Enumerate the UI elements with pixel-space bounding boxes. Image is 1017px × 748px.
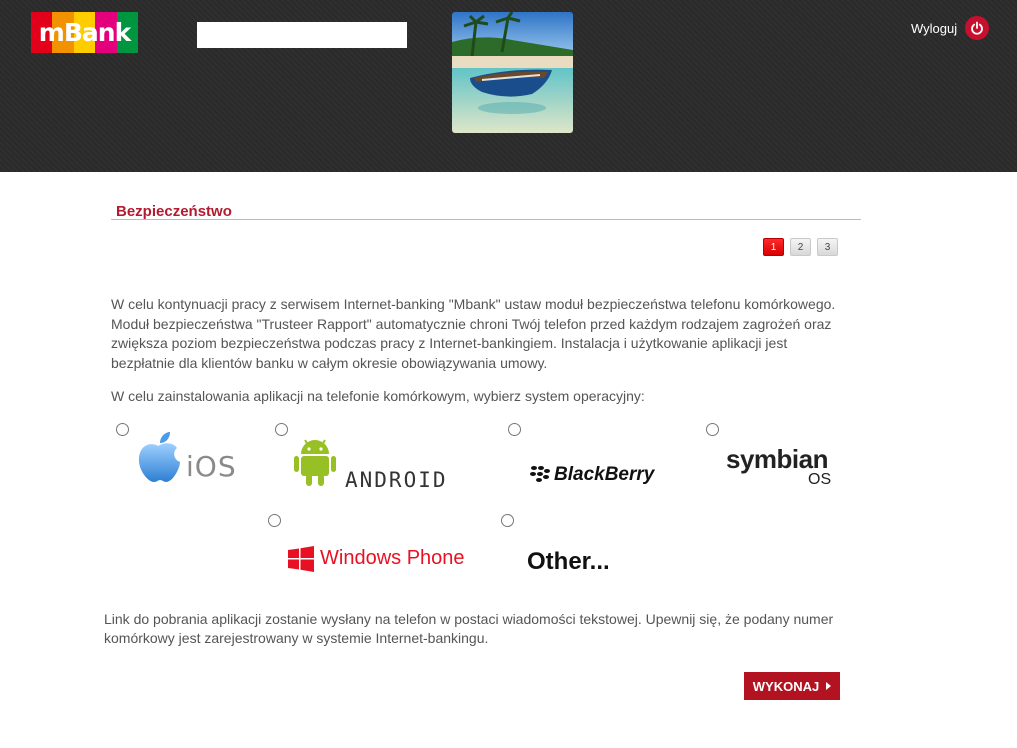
title-divider xyxy=(111,219,861,220)
page-1-button[interactable]: 1 xyxy=(763,238,784,256)
ios-option[interactable]: iOS xyxy=(136,430,236,491)
android-label: ANDROID xyxy=(345,468,448,492)
header-bar: mBank Wyloguj xyxy=(0,0,1017,172)
ios-radio[interactable] xyxy=(116,423,129,436)
logo-text: mBank xyxy=(38,18,131,47)
android-option[interactable]: ANDROID xyxy=(293,436,463,492)
submit-button[interactable]: WYKONAJ xyxy=(744,672,840,700)
other-radio[interactable] xyxy=(501,514,514,527)
symbian-radio[interactable] xyxy=(706,423,719,436)
step-pager: 1 2 3 xyxy=(763,238,838,256)
header-input[interactable] xyxy=(197,22,407,48)
windows-phone-radio[interactable] xyxy=(268,514,281,527)
page-3-button[interactable]: 3 xyxy=(817,238,838,256)
logout-button[interactable]: Wyloguj xyxy=(911,16,990,40)
ios-label: iOS xyxy=(186,450,237,483)
power-icon[interactable] xyxy=(965,16,990,40)
choose-os-text: W celu zainstalowania aplikacji na telef… xyxy=(111,388,645,404)
mbank-logo[interactable]: mBank xyxy=(31,12,139,53)
symbian-os-label: OS xyxy=(808,471,832,488)
logout-label: Wyloguj xyxy=(911,20,958,36)
other-label: Other... xyxy=(527,548,610,575)
sms-info-text: Link do pobrania aplikacji zostanie wysł… xyxy=(104,611,834,646)
blackberry-radio[interactable] xyxy=(508,423,521,436)
submit-label: WYKONAJ xyxy=(752,678,820,694)
page-2-button[interactable]: 2 xyxy=(790,238,811,256)
other-option[interactable]: Other... xyxy=(527,548,610,576)
blackberry-label: BlackBerry xyxy=(554,464,655,485)
page-title: Bezpieczeństwo xyxy=(116,203,232,220)
windows-phone-label: Windows Phone xyxy=(320,547,465,569)
blackberry-option[interactable]: BlackBerry xyxy=(530,462,665,488)
windows-phone-option[interactable]: Windows Phone xyxy=(288,545,468,573)
blackberry-icon xyxy=(530,466,550,482)
android-radio[interactable] xyxy=(275,423,288,436)
symbian-option[interactable]: symbian OS xyxy=(726,444,836,492)
intro-text: W celu kontynuacji pracy z serwisem Inte… xyxy=(111,296,836,371)
profile-photo xyxy=(452,12,573,133)
arrow-right-icon xyxy=(826,682,832,690)
android-robot-icon xyxy=(294,439,336,486)
windows-icon xyxy=(288,546,314,572)
